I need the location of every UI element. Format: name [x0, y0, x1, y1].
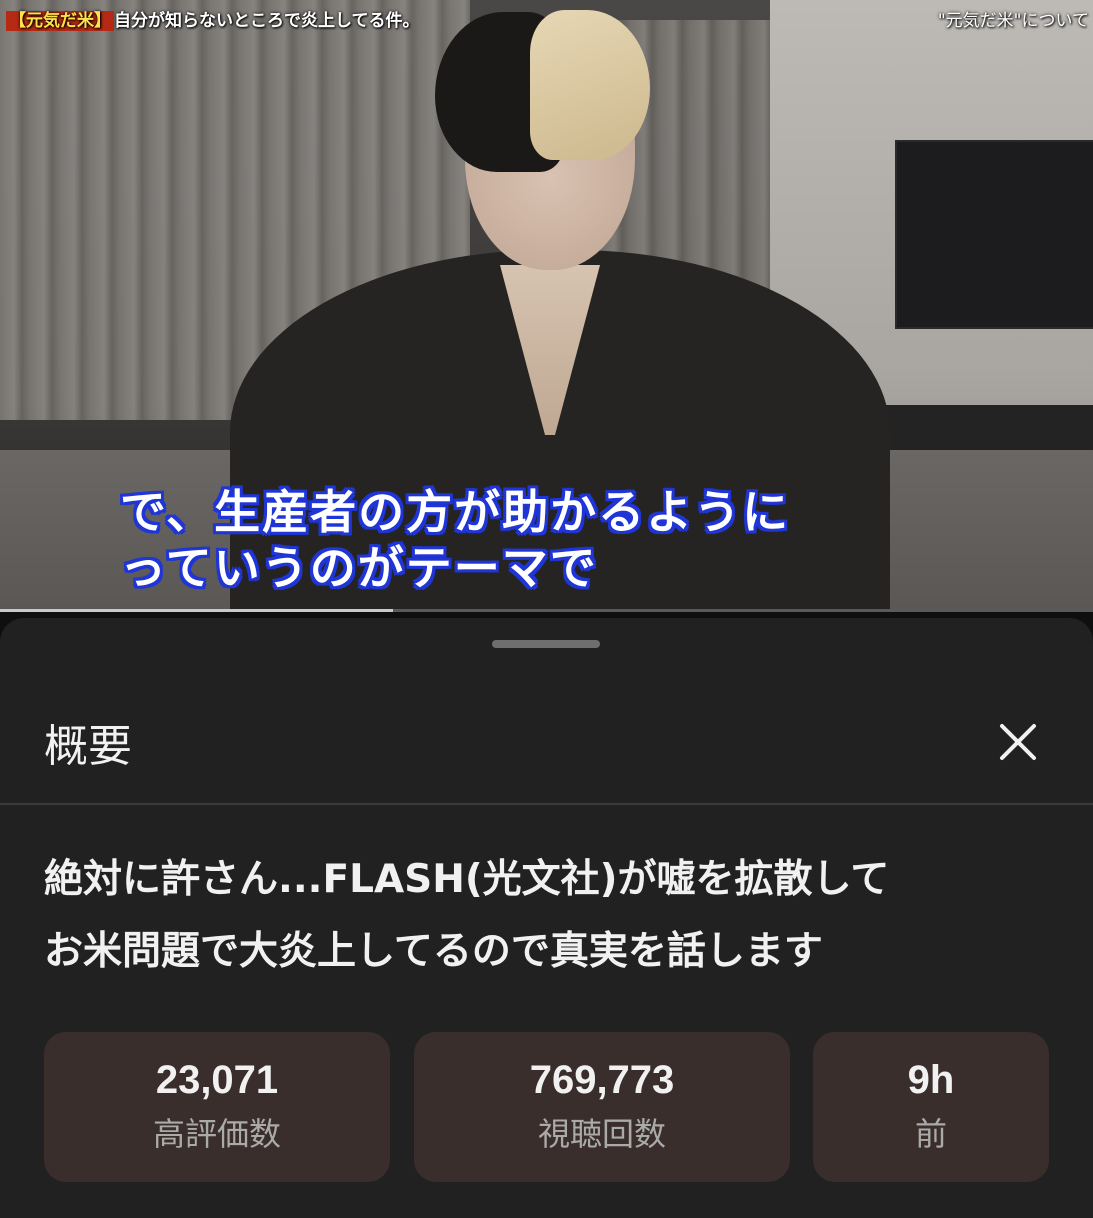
sheet-title: 概要: [44, 721, 132, 772]
caption-line-1: で、生産者の方が助かるように: [120, 485, 791, 539]
video-player[interactable]: 【元気だ米】 自分が知らないところで炎上してる件。 "元気だ米"について で、生産…: [0, 0, 1093, 612]
close-icon: [1000, 724, 1036, 760]
description-line-1: 絶対に許さん...FLASH(光文社)が嘘を拡散して: [44, 857, 890, 902]
video-title-overlay: 【元気だ米】 自分が知らないところで炎上してる件。: [6, 6, 420, 31]
likes-count: 23,071: [155, 1058, 279, 1102]
description-line-2: お米問題で大炎上してるので真実を話します: [44, 929, 823, 974]
published-stat: 9h 前: [813, 1032, 1049, 1182]
description-sheet: 概要 絶対に許さん...FLASH(光文社)が嘘を拡散して お米問題で大炎上して…: [0, 618, 1093, 1218]
video-title-text: 自分が知らないところで炎上してる件。: [114, 11, 420, 31]
progress-bar-fill: [0, 609, 394, 612]
drag-handle[interactable]: [492, 640, 600, 648]
subtitle-caption: で、生産者の方が助かるように っていうのがテーマで: [120, 484, 1020, 596]
likes-stat: 23,071 高評価数: [44, 1032, 390, 1182]
likes-label: 高評価数: [152, 1115, 281, 1153]
views-label: 視聴回数: [537, 1115, 666, 1153]
wall-tv: [895, 140, 1093, 329]
close-button[interactable]: [990, 714, 1046, 770]
video-topic-overlay: "元気だ米"について: [937, 11, 1089, 31]
progress-bar[interactable]: [0, 609, 1093, 612]
caption-line-2: っていうのがテーマで: [120, 541, 598, 595]
views-stat: 769,773 視聴回数: [414, 1032, 790, 1182]
published-time: 9h: [907, 1058, 955, 1102]
views-count: 769,773: [529, 1058, 675, 1102]
published-label: 前: [914, 1115, 947, 1153]
divider: [0, 803, 1093, 805]
video-title-tag: 【元気だ米】: [6, 11, 114, 31]
video-description-title: 絶対に許さん...FLASH(光文社)が嘘を拡散して お米問題で大炎上してるので…: [44, 844, 1054, 988]
